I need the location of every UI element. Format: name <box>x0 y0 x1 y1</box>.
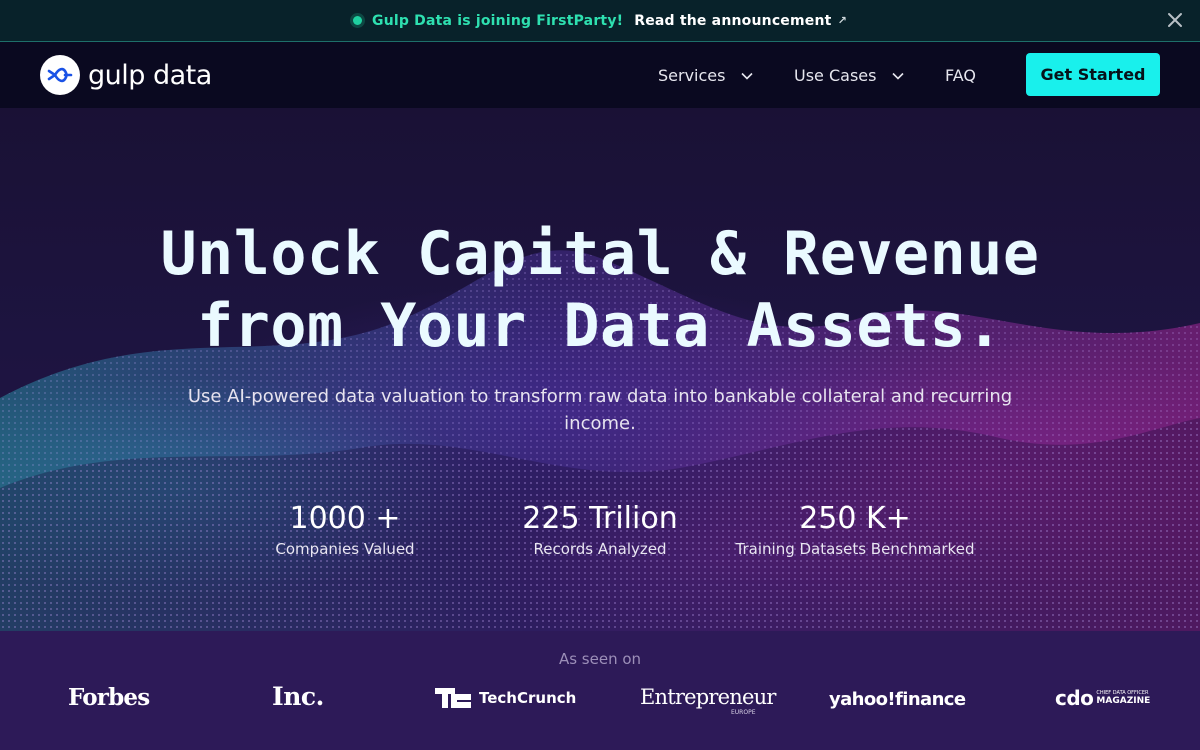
stat-value: 1000 + <box>289 501 401 536</box>
chevron-down-icon <box>741 72 754 80</box>
techcrunch-mark-icon <box>435 688 471 708</box>
nav-services[interactable]: Services <box>658 66 754 85</box>
entrepreneur-region: EUROPE <box>731 709 756 716</box>
stat-label: Companies Valued <box>275 540 415 558</box>
entrepreneur-logo: Entrepreneur <box>640 685 776 709</box>
stat-label: Training Datasets Benchmarked <box>735 540 975 558</box>
announcement-message: Gulp Data is joining FirstParty! <box>372 12 624 29</box>
stat-value: 250 K+ <box>799 501 911 536</box>
main-nav: gulp data Services Use Cases FAQ Get Sta… <box>0 42 1200 108</box>
nav-services-label: Services <box>658 66 726 85</box>
stat-companies: 1000 + Companies Valued <box>225 500 465 558</box>
gulp-logo-icon <box>40 55 80 95</box>
cdo-subtitle: CHIEF DATA OFFICER MAGAZINE <box>1096 690 1150 706</box>
stat-datasets: 250 K+ Training Datasets Benchmarked <box>715 500 995 558</box>
get-started-button[interactable]: Get Started <box>1026 53 1160 96</box>
forbes-logo: Forbes <box>68 684 150 711</box>
close-icon[interactable] <box>1166 11 1184 29</box>
logo[interactable]: gulp data <box>40 55 212 95</box>
chevron-down-icon <box>892 72 905 80</box>
cdo-magazine-line: MAGAZINE <box>1096 696 1151 706</box>
nav-faq[interactable]: FAQ <box>945 66 976 85</box>
hero-title: Unlock Capital & Revenue from Your Data … <box>0 218 1200 362</box>
nav-use-cases[interactable]: Use Cases <box>794 66 905 85</box>
hero-title-line-2: from Your Data Assets. <box>197 291 1003 361</box>
techcrunch-text: TechCrunch <box>479 689 577 707</box>
announcement-bar: Gulp Data is joining FirstParty! Read th… <box>0 0 1200 42</box>
announcement-link[interactable]: Read the announcement <box>634 13 831 29</box>
stat-records: 225 Trilion Records Analyzed <box>480 500 720 558</box>
hero-section: Unlock Capital & Revenue from Your Data … <box>0 108 1200 631</box>
yahoo-finance-logo: yahoo!finance <box>829 689 966 710</box>
stat-label: Records Analyzed <box>533 540 667 558</box>
nav-faq-label: FAQ <box>945 66 976 85</box>
press-section: As seen on Forbes Inc. TechCrunch Entrep… <box>0 631 1200 750</box>
hero-title-line-1: Unlock Capital & Revenue <box>160 219 1040 289</box>
logo-text: gulp data <box>88 59 212 91</box>
status-dot-icon <box>353 16 363 25</box>
external-arrow-icon[interactable]: ↗ <box>838 14 847 27</box>
hero-subtitle: Use AI-powered data valuation to transfo… <box>187 386 1013 434</box>
as-seen-on-heading: As seen on <box>558 650 642 668</box>
cdo-magazine-logo: cdo CHIEF DATA OFFICER MAGAZINE <box>1055 686 1150 710</box>
inc-logo: Inc. <box>272 682 324 711</box>
cdo-text: cdo <box>1055 686 1094 710</box>
stat-value: 225 Trilion <box>522 501 678 536</box>
techcrunch-logo: TechCrunch <box>435 688 576 708</box>
nav-use-cases-label: Use Cases <box>794 66 877 85</box>
